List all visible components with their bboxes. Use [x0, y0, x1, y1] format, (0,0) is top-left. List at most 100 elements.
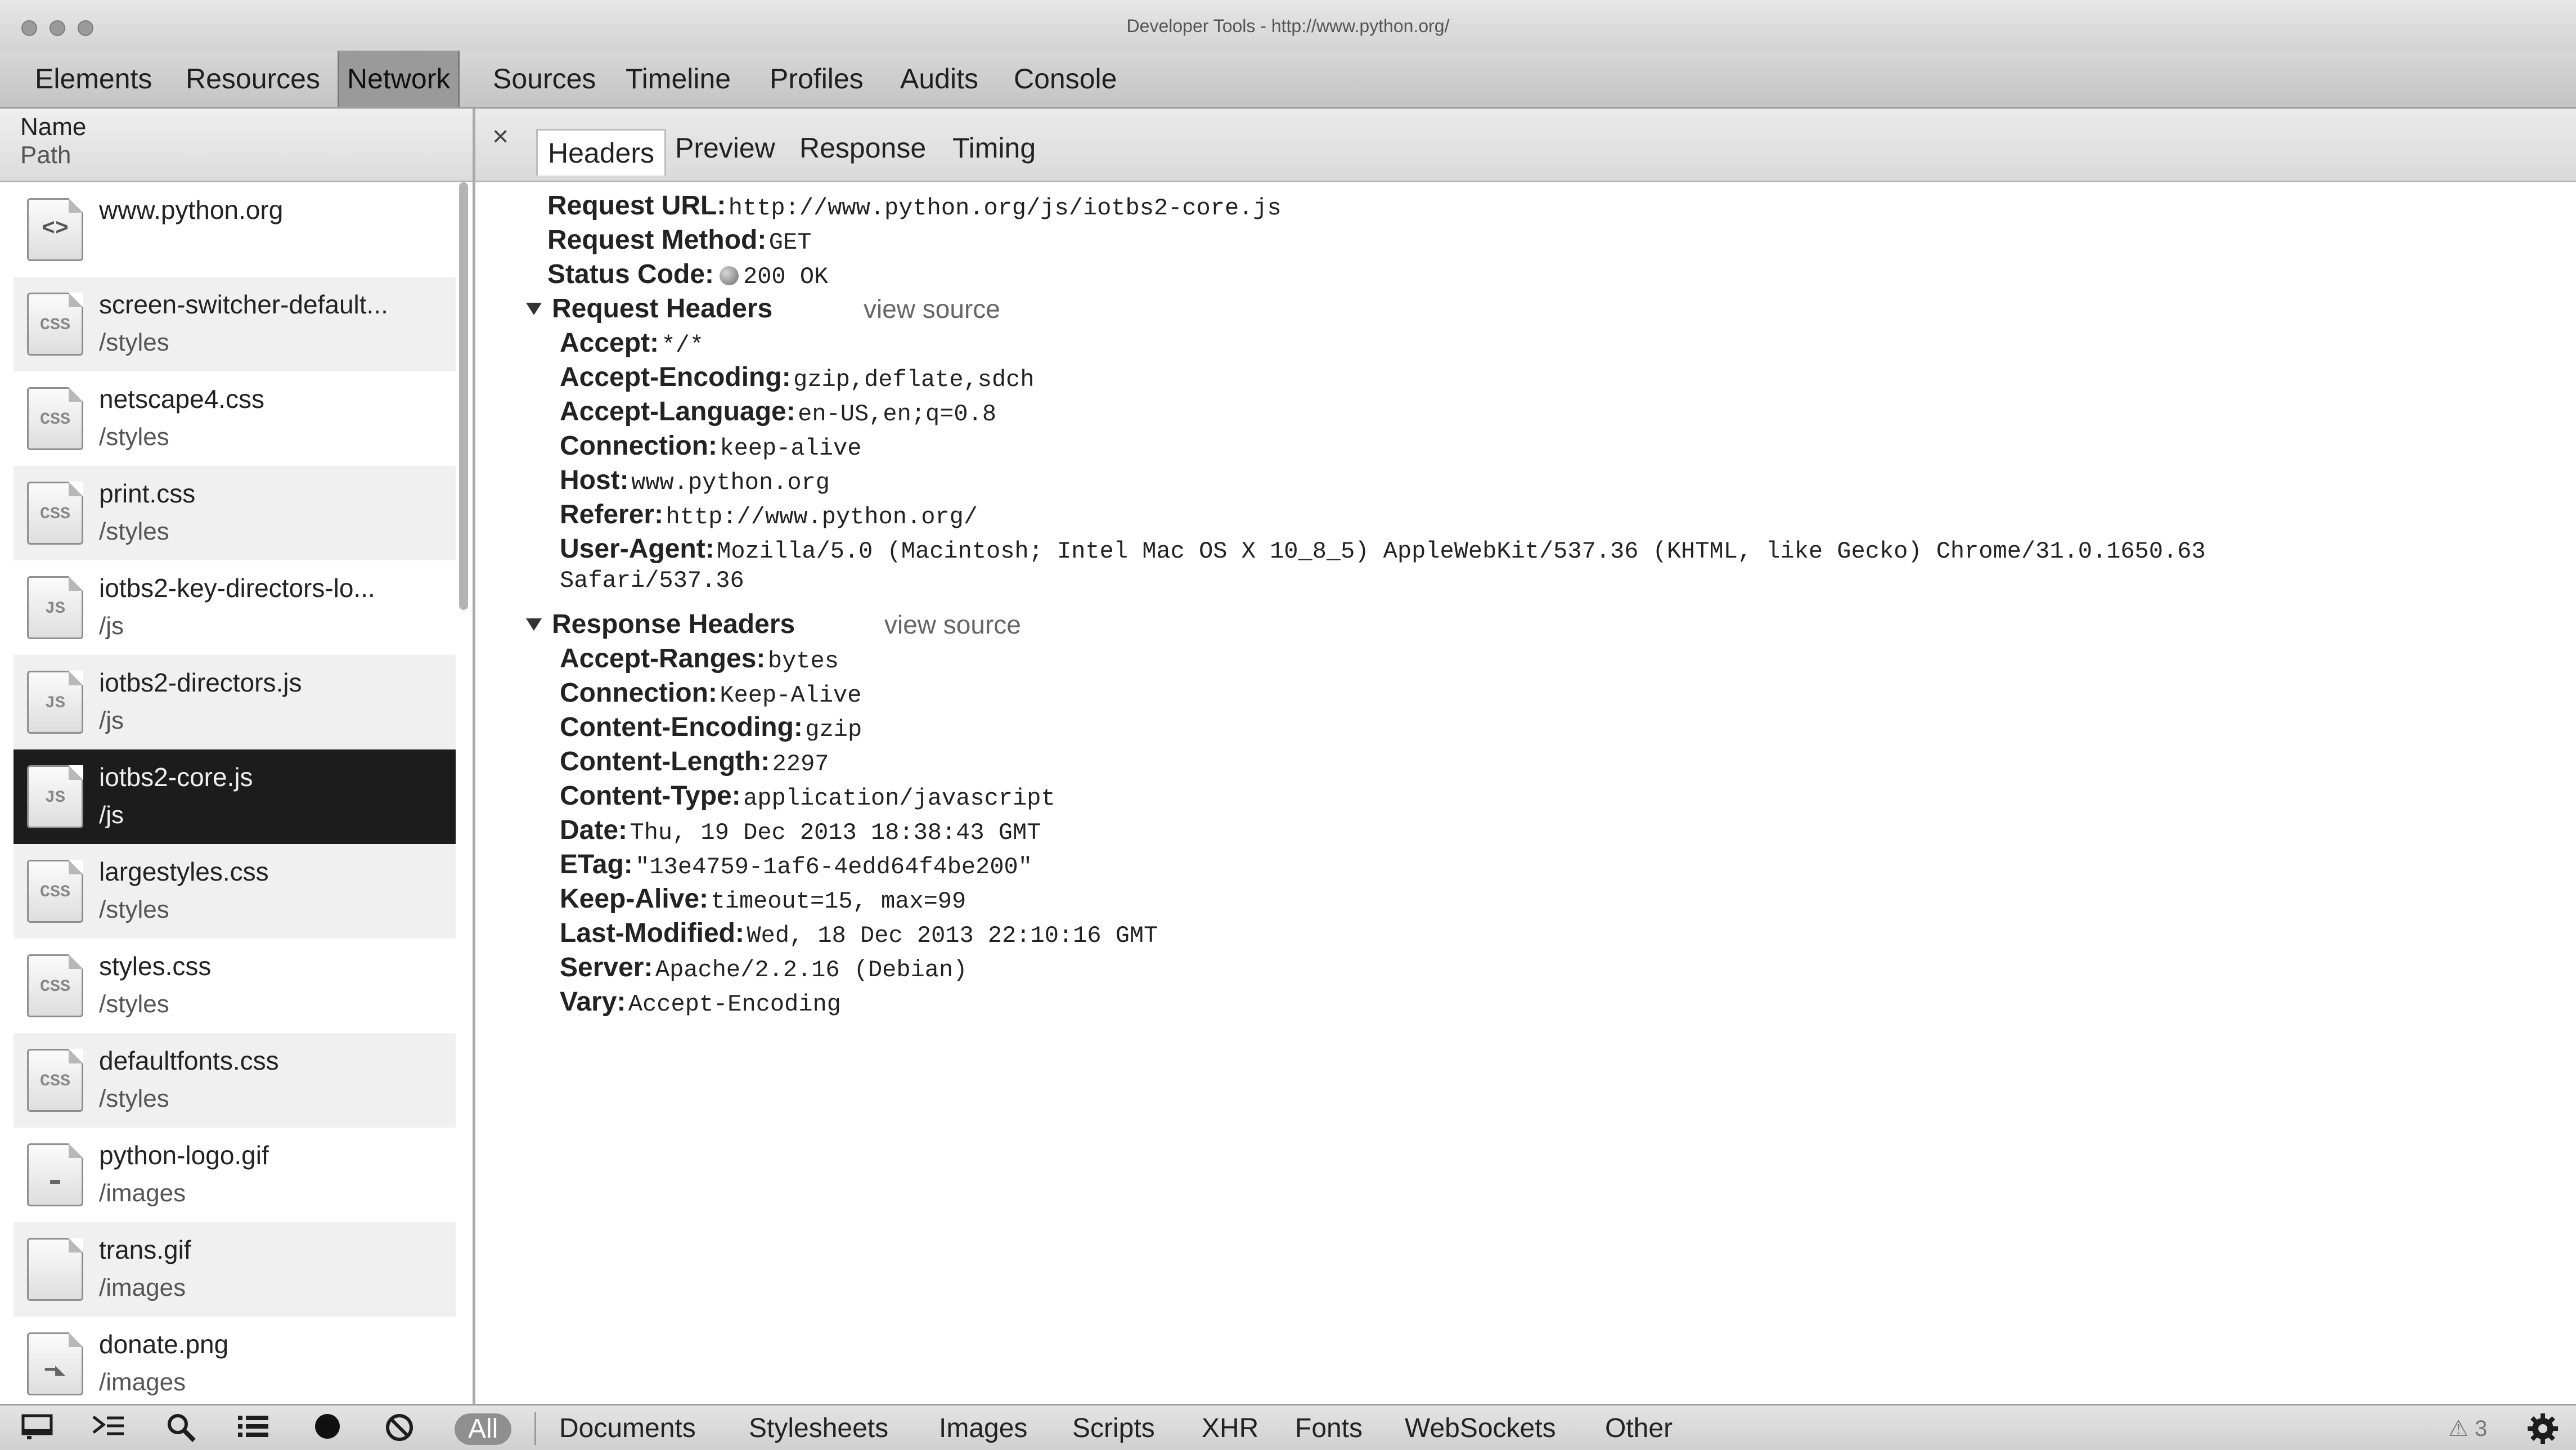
- gear-glyph: [2528, 1413, 2558, 1444]
- tab-elements[interactable]: Elements: [35, 51, 152, 107]
- request-row[interactable]: CSS netscape4.css /styles: [14, 371, 456, 466]
- request-row[interactable]: CSS defaultfonts.css /styles: [14, 1033, 456, 1128]
- request-view-source-link[interactable]: view source: [864, 292, 1000, 326]
- response-header-row: Content-Length: 2297: [560, 745, 829, 779]
- filter-scripts[interactable]: Scripts: [1072, 1406, 1155, 1450]
- response-headers-section-toggle[interactable]: Response Headers: [526, 608, 795, 641]
- header-value: www.python.org: [631, 469, 830, 496]
- toolbar-divider: [534, 1412, 536, 1445]
- close-icon[interactable]: ×: [492, 120, 509, 152]
- request-name: netscape4.css: [99, 384, 265, 414]
- response-header-row: Connection: Keep-Alive: [560, 676, 861, 710]
- file-icon-glyph: ▬: [50, 1171, 60, 1190]
- request-row[interactable]: CSS print.css /styles: [14, 466, 456, 560]
- console-prompt-glyph: [92, 1416, 124, 1435]
- js-file-icon: JS: [27, 671, 83, 734]
- warning-icon: ⚠: [2448, 1416, 2469, 1441]
- request-path: /images: [99, 1179, 186, 1207]
- response-view-source-link[interactable]: view source: [884, 608, 1021, 641]
- clear-icon[interactable]: [383, 1412, 416, 1446]
- css-file-icon: CSS: [27, 860, 83, 923]
- column-header-path[interactable]: Path: [20, 141, 71, 169]
- request-path: /js: [99, 612, 124, 640]
- header-key: Content-Length:: [560, 747, 770, 776]
- filter-documents[interactable]: Documents: [559, 1406, 696, 1450]
- request-path: /styles: [99, 329, 169, 356]
- gear-icon[interactable]: [2526, 1412, 2560, 1446]
- header-key: Vary:: [560, 987, 626, 1017]
- filter-other[interactable]: Other: [1605, 1406, 1673, 1450]
- response-header-row: ETag: "13e4759-1af6-4edd64f4be200": [560, 848, 1032, 882]
- file-icon-glyph: <>: [41, 217, 69, 242]
- tab-timing[interactable]: Timing: [952, 125, 1036, 170]
- column-header-name[interactable]: Name: [20, 113, 86, 141]
- tab-preview[interactable]: Preview: [675, 125, 775, 170]
- css-file-icon: CSS: [27, 954, 83, 1017]
- css-file-icon: CSS: [27, 387, 83, 450]
- file-icon-glyph: CSS: [39, 1072, 70, 1091]
- request-row[interactable]: JS iotbs2-directors.js /js: [14, 655, 456, 749]
- request-row[interactable]: trans.gif /images: [14, 1222, 456, 1317]
- js-file-icon: JS: [27, 576, 83, 639]
- tab-console[interactable]: Console: [1014, 51, 1117, 107]
- request-row[interactable]: CSS styles.css /styles: [14, 939, 456, 1033]
- window-title: Developer Tools - http://www.python.org/: [1126, 16, 1450, 36]
- request-detail-panel: × Headers Preview Response Timing Reques…: [475, 109, 2576, 1404]
- request-row[interactable]: CSS largestyles.css /styles: [14, 844, 456, 939]
- header-key: Request Method:: [547, 225, 767, 255]
- filter-fonts[interactable]: Fonts: [1295, 1406, 1363, 1450]
- header-value: 2297: [772, 751, 829, 778]
- header-value: http://www.python.org/: [666, 504, 978, 531]
- header-key: Status Code:: [547, 259, 714, 289]
- file-icon-glyph: CSS: [39, 977, 70, 996]
- search-glyph: [168, 1414, 196, 1442]
- request-row[interactable]: JS iotbs2-key-directors-lo... /js: [14, 560, 456, 655]
- filter-stylesheets[interactable]: Stylesheets: [749, 1406, 888, 1450]
- tab-headers[interactable]: Headers: [536, 129, 666, 176]
- record-glyph: [315, 1414, 340, 1439]
- header-value: Safari/537.36: [560, 567, 744, 594]
- response-header-row: Content-Encoding: gzip: [560, 711, 862, 744]
- tab-audits[interactable]: Audits: [900, 51, 978, 107]
- list-icon[interactable]: [236, 1412, 270, 1446]
- tab-profiles[interactable]: Profiles: [770, 51, 864, 107]
- file-icon-glyph: CSS: [39, 883, 70, 902]
- request-name: www.python.org: [99, 195, 284, 225]
- request-row[interactable]: <> www.python.org: [14, 182, 456, 277]
- warning-counter[interactable]: ⚠ 3: [2448, 1406, 2487, 1450]
- search-icon[interactable]: [164, 1412, 198, 1446]
- request-row[interactable]: ▬ python-logo.gif /images: [14, 1128, 456, 1222]
- console-prompt-icon[interactable]: [91, 1412, 125, 1446]
- tab-network[interactable]: Network: [338, 51, 460, 107]
- tab-sources[interactable]: Sources: [493, 51, 596, 107]
- request-row[interactable]: ━◣ donate.png /images: [14, 1317, 456, 1404]
- filter-all[interactable]: All: [455, 1413, 512, 1445]
- request-row[interactable]: CSS screen-switcher-default... /styles: [14, 277, 456, 371]
- request-headers-section-toggle[interactable]: Request Headers: [526, 292, 772, 326]
- tab-response[interactable]: Response: [799, 125, 926, 170]
- clear-glyph: [386, 1414, 413, 1441]
- request-method-line: Request Method: GET: [547, 223, 811, 257]
- record-icon[interactable]: [311, 1412, 344, 1446]
- header-key: User-Agent:: [560, 534, 714, 564]
- sidebar-scrollbar[interactable]: [459, 182, 468, 610]
- tab-timeline[interactable]: Timeline: [626, 51, 731, 107]
- request-row-selected[interactable]: JS iotbs2-core.js /js: [14, 749, 456, 844]
- image-file-icon: ▬: [27, 1143, 83, 1206]
- header-value: timeout=15, max=99: [711, 888, 966, 915]
- dock-icon[interactable]: [20, 1412, 54, 1446]
- request-header-row: User-Agent: Mozilla/5.0 (Macintosh; Inte…: [560, 532, 2206, 566]
- header-value: gzip: [805, 716, 862, 743]
- header-key: Referer:: [560, 500, 664, 529]
- header-value: en-US,en;q=0.8: [798, 401, 997, 428]
- disclosure-triangle-icon: [526, 303, 542, 315]
- header-value: keep-alive: [720, 435, 862, 462]
- filter-websockets[interactable]: WebSockets: [1405, 1406, 1556, 1450]
- css-file-icon: CSS: [27, 293, 83, 356]
- filter-xhr[interactable]: XHR: [1202, 1406, 1258, 1450]
- request-list-header[interactable]: Name Path: [0, 109, 473, 182]
- header-key: ETag:: [560, 850, 633, 879]
- filter-images[interactable]: Images: [939, 1406, 1027, 1450]
- header-value: Wed, 18 Dec 2013 22:10:16 GMT: [747, 922, 1158, 949]
- tab-resources[interactable]: Resources: [186, 51, 320, 107]
